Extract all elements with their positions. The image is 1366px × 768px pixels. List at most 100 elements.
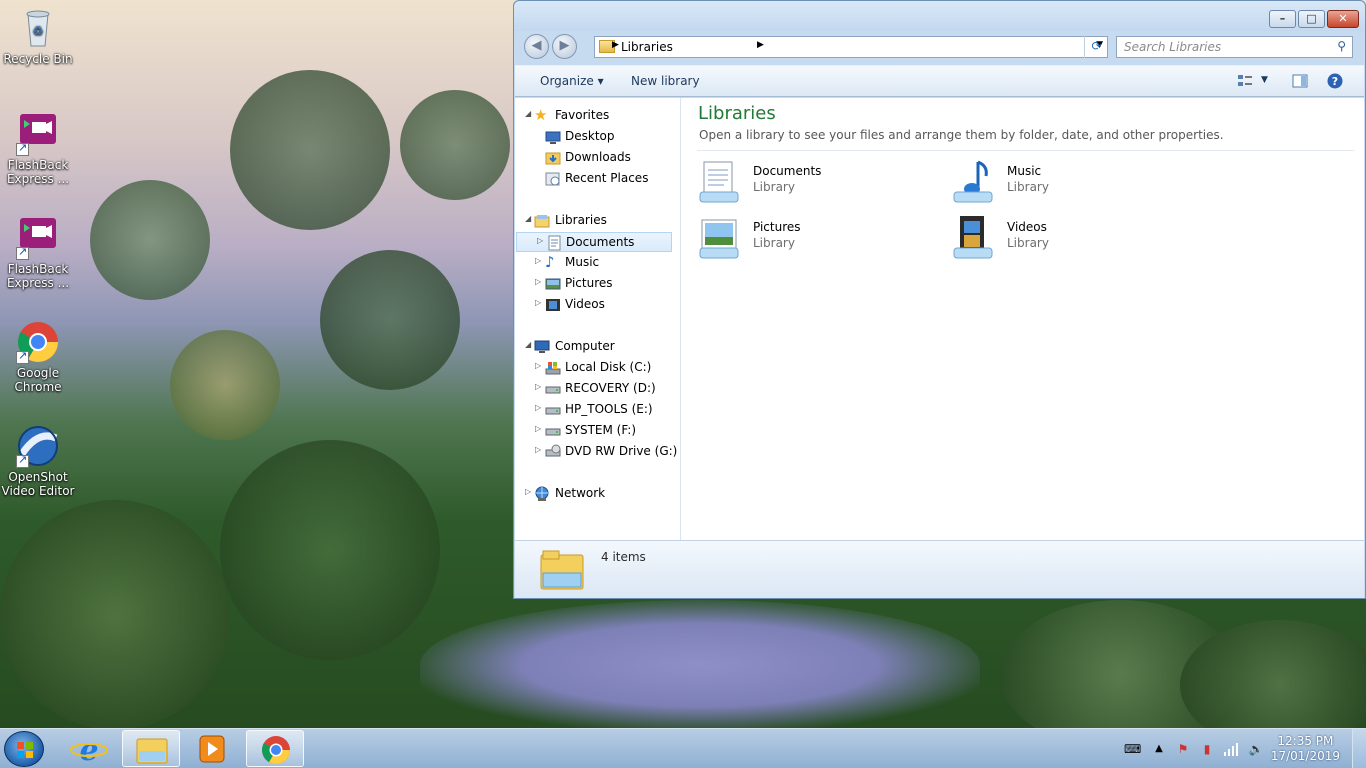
navigation-pane: ◢ ★ Favorites Desktop Downloads Recent P… — [515, 98, 681, 540]
tree-network[interactable]: ▷ Network — [515, 484, 679, 504]
expand-arrow-icon[interactable]: ▷ — [535, 403, 541, 412]
collapse-arrow-icon[interactable]: ◢ — [525, 109, 531, 118]
tree-item-hp-tools-e[interactable]: ▷ HP_TOOLS (E:) — [515, 400, 679, 420]
tree-item-videos[interactable]: ▷ Videos — [515, 295, 679, 315]
minimize-button[interactable]: – — [1269, 10, 1296, 28]
system-drive-icon — [545, 360, 561, 376]
computer-icon — [534, 339, 550, 355]
openshot-icon — [16, 424, 60, 468]
tree-item-recent-places[interactable]: Recent Places — [515, 169, 679, 189]
breadcrumb-libraries[interactable]: Libraries — [621, 40, 673, 54]
address-bar[interactable]: ▶ Libraries ▶ ▼ — [594, 36, 1108, 58]
recycle-bin-icon: ♻ — [16, 6, 60, 50]
window-title-bar[interactable]: – □ ✕ — [514, 1, 1365, 31]
view-options-dropdown-icon[interactable]: ▼ — [1261, 75, 1268, 85]
page-title: Libraries — [698, 103, 776, 124]
network-icon — [534, 486, 550, 502]
expand-arrow-icon[interactable]: ▷ — [535, 256, 541, 265]
expand-arrow-icon[interactable]: ▷ — [535, 277, 541, 286]
desktop-icon-label: Recycle Bin — [3, 52, 73, 66]
details-pane: 4 items — [515, 540, 1364, 598]
keyboard-icon[interactable]: ⌨ — [1124, 741, 1141, 757]
taskbar-google-chrome[interactable] — [246, 730, 304, 767]
action-center-icon[interactable]: ⚑ — [1175, 741, 1191, 757]
tree-item-dvd-rw-g[interactable]: ▷ DVD RW Drive (G:) G — [515, 442, 680, 462]
maximize-button[interactable]: □ — [1298, 10, 1325, 28]
new-library-button[interactable]: New library — [631, 74, 700, 88]
chrome-icon — [16, 320, 60, 364]
desktop-icon-label: Google Chrome — [14, 366, 62, 394]
expand-arrow-icon[interactable]: ▷ — [535, 382, 541, 391]
desktop-icon-recycle-bin[interactable]: ♻ Recycle Bin — [1, 6, 75, 66]
tree-item-local-disk-c[interactable]: ▷ Local Disk (C:) — [515, 358, 679, 378]
expand-arrow-icon[interactable]: ▷ — [535, 445, 541, 454]
expand-arrow-icon[interactable]: ▷ — [535, 298, 541, 307]
search-input[interactable]: Search Libraries ⚲ — [1116, 36, 1353, 58]
svg-text:e: e — [79, 733, 98, 767]
show-desktop-button[interactable] — [1352, 729, 1366, 768]
documents-icon — [546, 235, 562, 251]
tree-computer[interactable]: ◢ Computer — [515, 337, 679, 357]
svg-text:?: ? — [1332, 75, 1338, 88]
tree-item-pictures[interactable]: ▷ Pictures — [515, 274, 679, 294]
help-icon[interactable]: ? — [1327, 73, 1343, 89]
tree-item-downloads[interactable]: Downloads — [515, 148, 679, 168]
library-music[interactable]: Music Library — [952, 158, 1192, 208]
show-hidden-icons-icon[interactable]: ▲ — [1151, 741, 1167, 757]
downloads-folder-icon — [545, 150, 561, 166]
desktop-icon-flashback-1[interactable]: FlashBack Express ... — [1, 112, 75, 186]
preview-pane-icon[interactable] — [1292, 73, 1308, 89]
library-pictures[interactable]: Pictures Library — [698, 214, 938, 264]
library-videos[interactable]: Videos Library — [952, 214, 1192, 264]
search-icon: ⚲ — [1337, 39, 1346, 53]
back-button[interactable]: ◀ — [524, 34, 549, 59]
expand-arrow-icon[interactable]: ▷ — [535, 424, 541, 433]
flashback-icon — [16, 112, 60, 156]
change-view-icon[interactable] — [1237, 73, 1253, 89]
refresh-icon[interactable]: ⟳ — [1084, 36, 1108, 58]
expand-arrow-icon[interactable]: ▷ — [535, 361, 541, 370]
library-documents[interactable]: Documents Library — [698, 158, 938, 208]
command-bar: Organize ▾ New library ▼ ? — [515, 65, 1364, 97]
tree-favorites[interactable]: ◢ ★ Favorites — [515, 106, 679, 126]
taskbar-internet-explorer[interactable]: e — [60, 730, 118, 768]
tree-item-documents[interactable]: ▷ Documents — [516, 232, 672, 252]
videos-icon — [545, 297, 561, 313]
desktop-icon-google-chrome[interactable]: Google Chrome — [1, 320, 75, 394]
explorer-window: – □ ✕ ◀ ▶ ▶ Libraries ▶ ▼ ⟳ Search Libra… — [513, 0, 1366, 599]
tree-item-system-f[interactable]: ▷ SYSTEM (F:) — [515, 421, 679, 441]
tree-libraries[interactable]: ◢ Libraries — [515, 211, 679, 231]
windows-logo-icon — [17, 742, 33, 758]
forward-button[interactable]: ▶ — [552, 34, 577, 59]
recent-places-icon — [545, 171, 561, 187]
taskbar: e ⌨ ▲ ⚑ ▮ 🔈 12:35 PM 17/01/2019 — [0, 728, 1366, 768]
tree-item-recovery-d[interactable]: ▷ RECOVERY (D:) — [515, 379, 679, 399]
taskbar-media-player[interactable] — [184, 730, 242, 767]
desktop-icon-openshot[interactable]: OpenShot Video Editor — [1, 424, 75, 498]
libraries-folder-icon — [539, 549, 585, 591]
desktop-icon-label: FlashBack Express ... — [6, 262, 70, 290]
power-icon[interactable]: ▮ — [1199, 741, 1215, 757]
clock-time: 12:35 PM — [1277, 734, 1334, 748]
volume-icon[interactable]: 🔈 — [1248, 741, 1264, 757]
system-clock[interactable]: 12:35 PM 17/01/2019 — [1271, 734, 1340, 764]
drive-icon — [545, 402, 561, 418]
taskbar-windows-explorer[interactable] — [122, 730, 180, 767]
close-button[interactable]: ✕ — [1327, 10, 1359, 28]
start-button[interactable] — [4, 731, 44, 767]
music-note-icon: ♪ — [545, 253, 555, 271]
desktop-icon-flashback-2[interactable]: FlashBack Express ... — [1, 216, 75, 290]
breadcrumb-arrow-icon[interactable]: ▶ — [757, 40, 764, 50]
expand-arrow-icon[interactable]: ▷ — [525, 487, 531, 496]
organize-button[interactable]: Organize ▾ — [540, 74, 604, 88]
expand-arrow-icon[interactable]: ▷ — [537, 236, 543, 245]
network-signal-icon[interactable] — [1223, 741, 1239, 757]
item-count: 4 items — [601, 550, 646, 564]
collapse-arrow-icon[interactable]: ◢ — [525, 214, 531, 223]
collapse-arrow-icon[interactable]: ◢ — [525, 340, 531, 349]
music-library-icon — [952, 158, 1000, 206]
internet-explorer-icon: e — [70, 733, 108, 768]
breadcrumb-arrow-icon[interactable]: ▶ — [612, 40, 619, 50]
tree-item-music[interactable]: ▷ ♪ Music — [515, 253, 679, 273]
tree-item-desktop[interactable]: Desktop — [515, 127, 679, 147]
